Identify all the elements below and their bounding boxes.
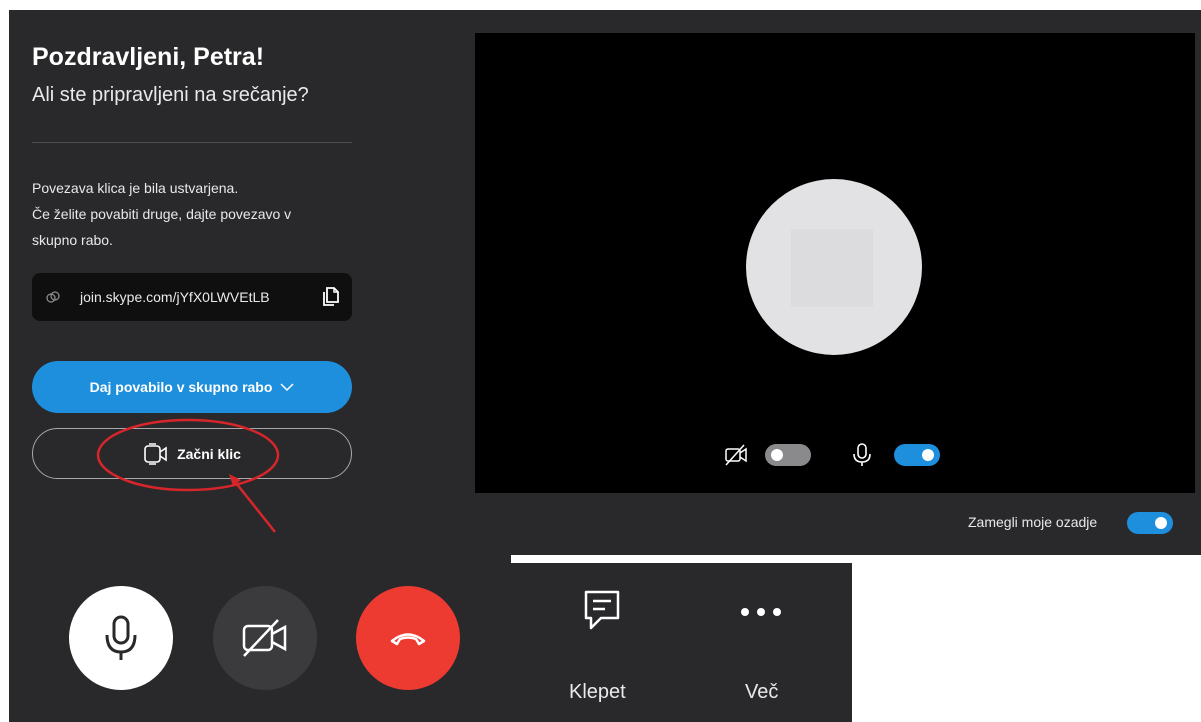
microphone-button[interactable]	[69, 586, 173, 690]
avatar	[746, 179, 922, 355]
hang-up-icon	[390, 633, 426, 646]
start-call-button[interactable]: Začni klic	[32, 428, 352, 479]
greeting-title: Pozdravljeni, Petra!	[32, 43, 265, 71]
more-label: Več	[745, 681, 779, 703]
microphone-icon	[853, 443, 871, 466]
info-line-2: Če želite povabiti druge, dajte povezavo…	[32, 206, 292, 222]
share-invite-label: Daj povabilo v skupno rabo	[89, 379, 273, 395]
toggle-knob	[922, 449, 934, 461]
hang-up-button[interactable]	[356, 586, 460, 690]
chat-icon	[584, 590, 620, 630]
chevron-down-icon	[280, 383, 294, 392]
toggle-knob	[771, 449, 783, 461]
info-line-1: Povezava klica je bila ustvarjena.	[32, 180, 239, 196]
camera-off-icon	[725, 444, 747, 466]
video-preview	[475, 33, 1195, 493]
divider	[32, 142, 352, 143]
video-camera-icon	[144, 442, 167, 465]
avatar-placeholder	[791, 229, 873, 307]
call-extras-bar	[511, 563, 852, 722]
share-invite-button[interactable]: Daj povabilo v skupno rabo	[32, 361, 352, 413]
microphone-toggle[interactable]	[894, 444, 940, 466]
greeting-subtitle: Ali ste pripravljeni na srečanje?	[32, 84, 309, 106]
link-icon	[46, 291, 60, 303]
camera-off-icon	[242, 619, 287, 657]
microphone-icon	[105, 615, 137, 660]
camera-toggle[interactable]	[765, 444, 811, 466]
start-call-label: Začni klic	[177, 445, 241, 462]
call-link-url[interactable]: join.skype.com/jYfX0LWVEtLB	[80, 288, 270, 306]
toggle-knob	[1155, 517, 1167, 529]
call-link-info: Povezava klica je bila ustvarjena. Če že…	[32, 175, 362, 253]
info-line-3: skupno rabo.	[32, 232, 113, 248]
more-icon	[741, 608, 781, 616]
blur-background-label: Zamegli moje ozadje	[968, 514, 1098, 530]
chat-label: Klepet	[569, 681, 626, 703]
copy-icon[interactable]	[321, 286, 341, 308]
call-link-box[interactable]: join.skype.com/jYfX0LWVEtLB	[32, 273, 352, 321]
blur-background-toggle[interactable]	[1127, 512, 1173, 534]
camera-button[interactable]	[213, 586, 317, 690]
